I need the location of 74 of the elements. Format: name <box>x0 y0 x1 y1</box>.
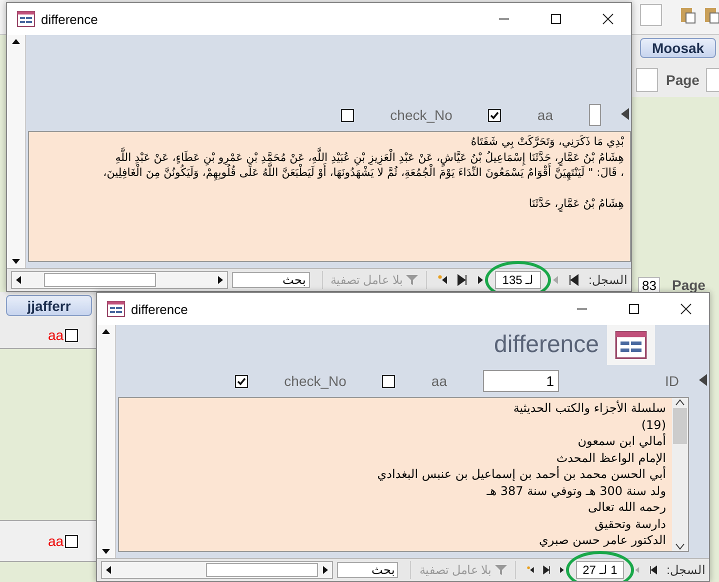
text-field[interactable]: 1 <box>483 370 559 392</box>
memo-line: الدكتور عامر حسن صبري <box>538 532 666 548</box>
scrollbar-thumb[interactable] <box>673 408 687 444</box>
record-label: السجل: <box>666 563 705 577</box>
user-button[interactable]: jjafferr <box>6 295 92 316</box>
checkbox[interactable] <box>341 108 354 122</box>
window-title: difference <box>41 12 99 26</box>
field-label: check_No <box>390 107 452 123</box>
memo-line: ، قَالَ: " لَيَنْتَهِيَنَّ أَقْوَامٌ يَسْمَعُونَ النِّدَاءَ يَوْمَ الْجُمُعَةِ، ثُمَّ لا يَشْهَدُونَهَا، أَوْ لَيَطْبَعَنَّ اللَّهُ عَلَى قُلُوبِهِمْ، وَلَيَكُونُنَّ مِنَ الْغَافِلِينَ، <box>35 165 624 180</box>
memo-line: أبي الحسن محمد بن أحمد بن إسماعيل بن عنبس البغدادي <box>376 466 666 482</box>
funnel-icon <box>406 274 418 286</box>
left-arrow-icon <box>699 374 707 386</box>
memo-line: ولد سنة 300 هـ وتوفي سنة 387 هـ <box>486 482 666 499</box>
memo-line: (19) <box>640 416 666 433</box>
memo-line: أمالي ابن سمعون <box>576 433 666 450</box>
page-label: Page <box>672 277 706 293</box>
search-field[interactable]: بحث <box>232 272 310 288</box>
memo-field[interactable] <box>118 397 689 552</box>
horizontal-scrollbar[interactable] <box>11 271 228 289</box>
funnel-icon <box>495 564 508 576</box>
field-label: aa <box>537 107 553 123</box>
form-icon <box>17 11 35 27</box>
memo-line: هِشَامُ بْنُ عَمَّارٍ، حَدَّثَنَا إِسْمَاعِيلُ بْنُ عَيَّاشٍ، عَنْ عَبْدِ الْعَزِيزِ بْنِ عُبَيْدِ اللَّهِ، عَنْ مُحَمَّدِ بْنِ عَمْرِو بْنِ عَطَاءٍ، عَنْ عَبْدِ اللَّهِ <box>35 150 624 165</box>
up-arrow-icon[interactable] <box>11 37 21 45</box>
close-icon <box>680 303 692 315</box>
down-arrow-icon[interactable] <box>101 548 111 556</box>
search-field[interactable]: بحث <box>337 562 398 578</box>
last-record-icon[interactable] <box>456 274 468 286</box>
memo-line: هِشَامُ بْنُ عَمَّارٍ، حَدَّثَنَا <box>528 196 624 212</box>
memo-line: دارسة وتحقيق <box>594 516 666 532</box>
vertical-scrollbar[interactable] <box>97 325 116 558</box>
paste-icon[interactable] <box>680 6 696 24</box>
user-button[interactable]: Moosak <box>640 38 716 58</box>
form-icon <box>107 301 125 317</box>
text-field[interactable] <box>589 104 601 126</box>
first-record-icon[interactable] <box>568 274 580 286</box>
memo-line: رحمه الله تعالى <box>586 499 666 516</box>
close-icon <box>602 13 614 25</box>
scrollbar-thumb[interactable] <box>44 273 156 287</box>
first-record-icon[interactable] <box>648 564 658 576</box>
vertical-scrollbar[interactable] <box>672 398 688 551</box>
checkbox[interactable] <box>488 108 502 122</box>
page-field[interactable] <box>706 68 719 92</box>
dropdown-field[interactable] <box>640 4 662 26</box>
new-record-icon[interactable] <box>527 564 536 576</box>
record-number-field[interactable]: لـ 135 <box>495 271 541 289</box>
scrollbar-thumb[interactable] <box>206 563 318 577</box>
window-title: difference <box>131 302 189 316</box>
checkbox[interactable] <box>382 374 396 388</box>
field-label: ID <box>665 373 679 389</box>
memo-line: بْدِي مَا ذَكَرَنِي، وَتَحَرَّكَتْ بِي شَفَتَاهُ <box>470 134 624 150</box>
field-label: check_No <box>284 373 346 389</box>
vertical-scrollbar[interactable] <box>7 35 26 268</box>
memo-line: الإمام الواعظ المحدث <box>555 450 666 466</box>
horizontal-scrollbar[interactable] <box>101 561 334 579</box>
record-label: السجل: <box>588 273 627 287</box>
memo-field[interactable] <box>28 131 631 262</box>
down-arrow-icon[interactable] <box>11 258 21 266</box>
page-label: Page <box>666 72 700 88</box>
record-number-field[interactable]: 1 لـ 27 <box>576 561 624 579</box>
last-record-icon[interactable] <box>542 564 552 576</box>
field-label: aa <box>431 373 447 389</box>
maximize-icon <box>550 13 562 25</box>
checkbox[interactable] <box>235 374 248 388</box>
left-arrow-icon <box>621 108 629 120</box>
page-field[interactable] <box>636 68 658 92</box>
field-label: aa <box>48 327 64 343</box>
up-arrow-icon[interactable] <box>101 327 111 335</box>
maximize-icon <box>628 303 640 315</box>
form-title: difference <box>494 331 599 359</box>
paste-icon[interactable] <box>704 6 719 24</box>
field-label: aa <box>48 533 64 549</box>
memo-line: سلسلة الأجزاء والكتب الحديثية <box>512 400 666 416</box>
form-icon <box>615 331 647 359</box>
